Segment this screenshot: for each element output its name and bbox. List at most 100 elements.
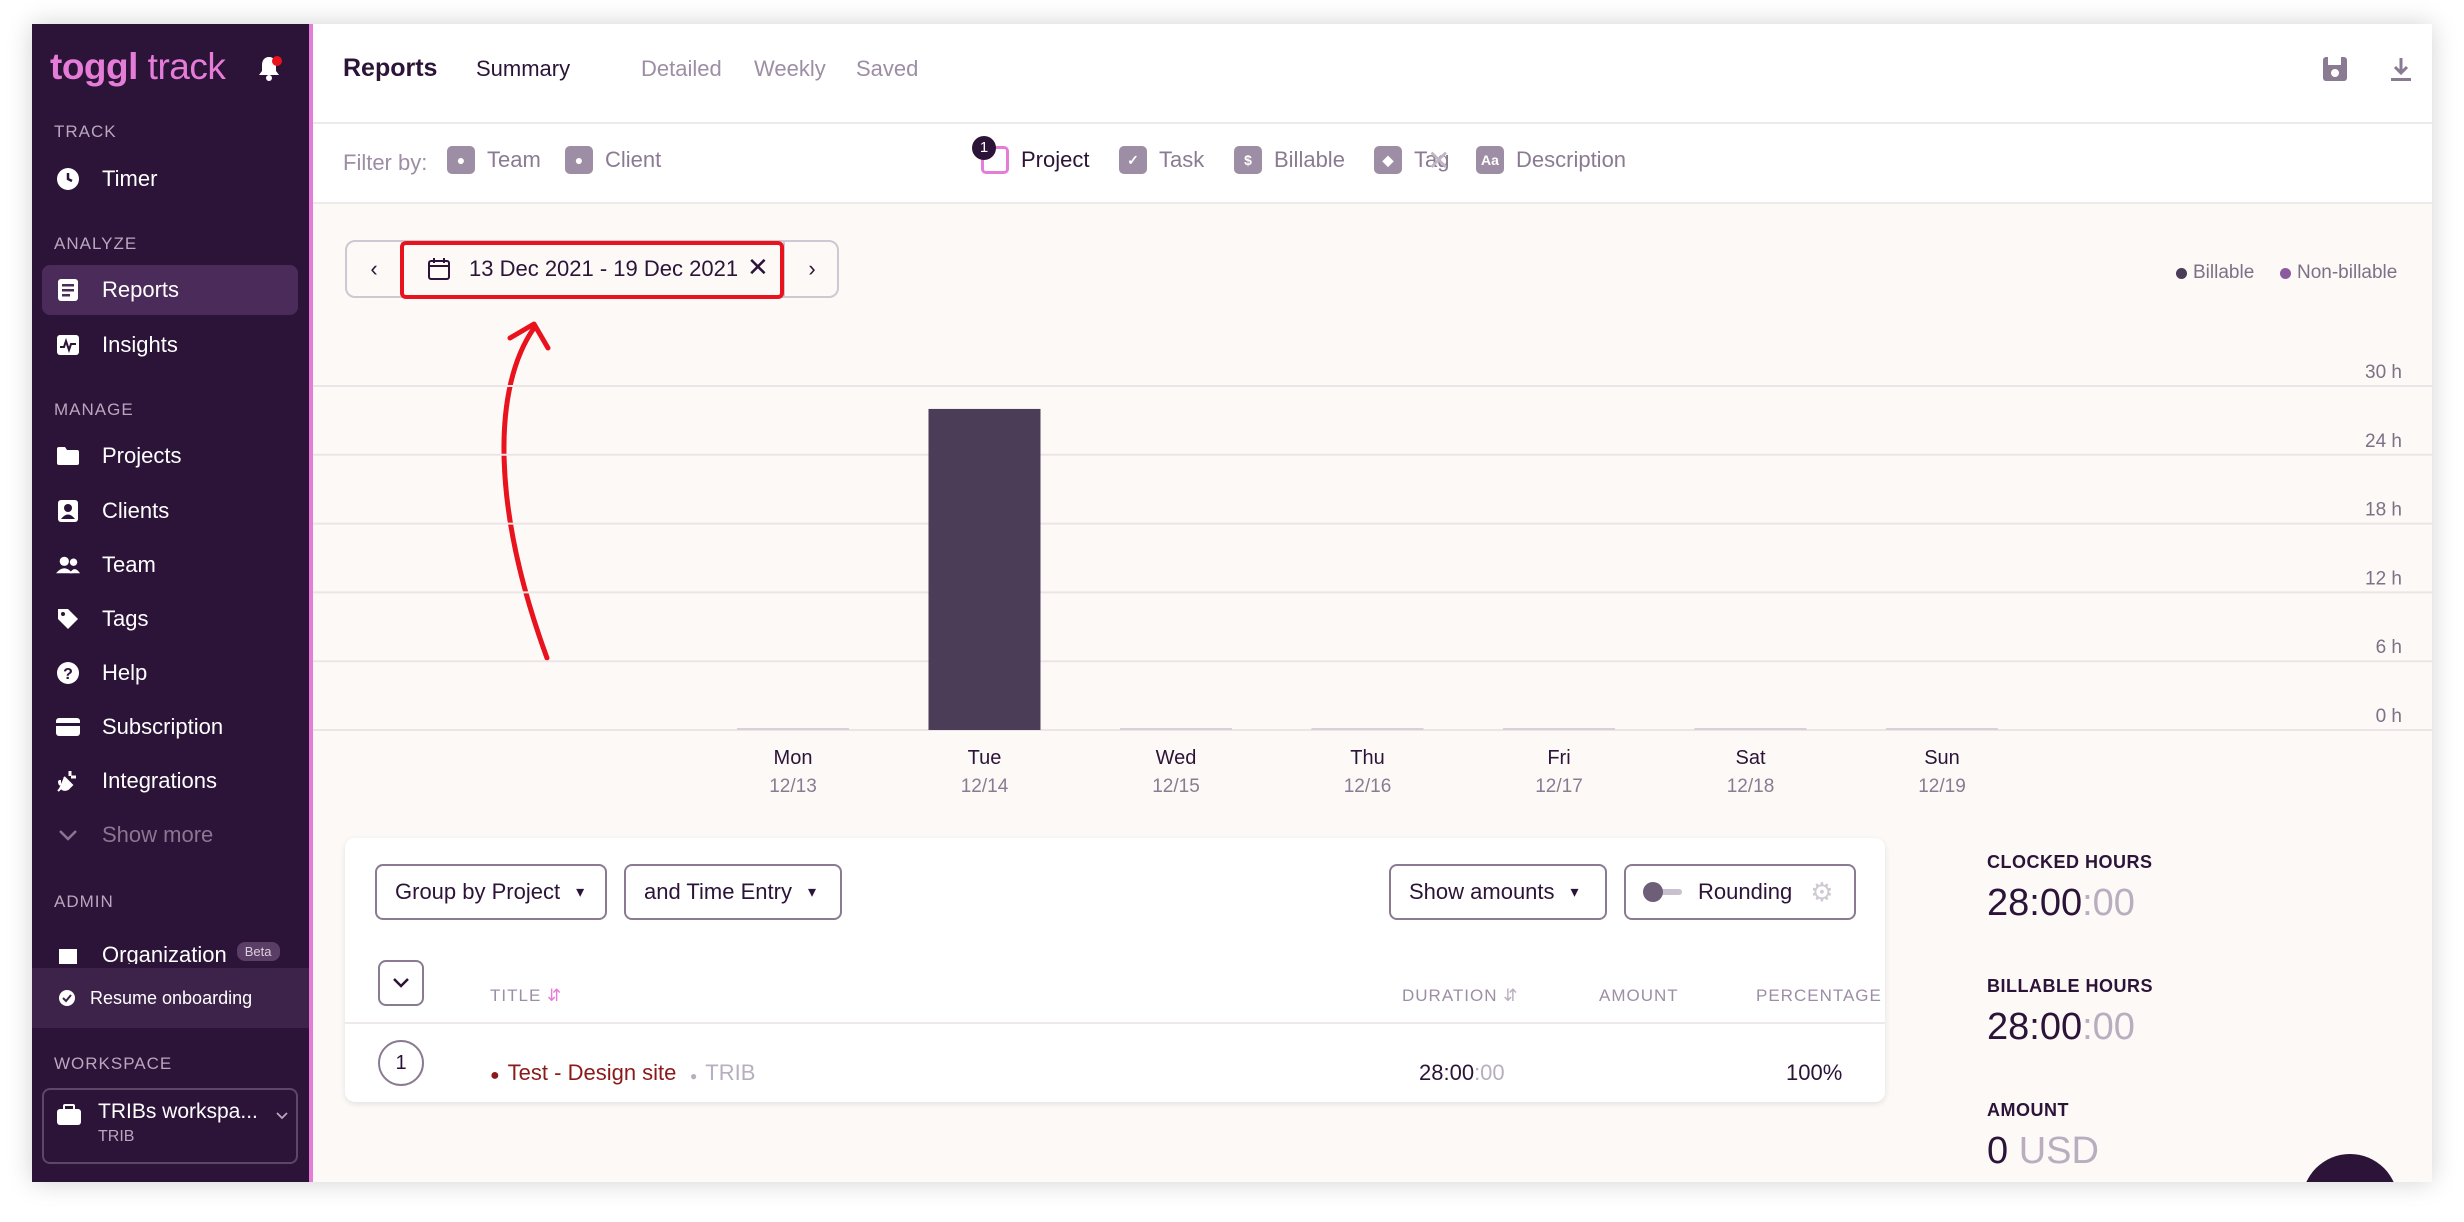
chevron-down-icon: ▾ [576, 884, 585, 901]
section-admin: ADMIN [54, 892, 114, 911]
beta-badge: Beta [236, 942, 280, 961]
sidebar-item-tags[interactable]: Tags [42, 594, 298, 644]
tag-icon: ◆ [1374, 146, 1402, 174]
filter-client[interactable]: ● Client [565, 146, 661, 174]
annotation-highlight-box [400, 241, 784, 299]
x-date-label: 12/19 [1918, 776, 1966, 797]
filter-project[interactable]: Project [981, 146, 1089, 174]
x-date-label: 12/17 [1535, 776, 1583, 797]
bar-tue[interactable] [928, 408, 1041, 730]
group-by-select[interactable]: Group by Project ▾ [375, 864, 607, 920]
bar-baseline [1311, 728, 1424, 730]
client-icon: ● [565, 146, 593, 174]
report-table-card: Group by Project ▾ and Time Entry ▾ Show a… [345, 838, 1885, 1102]
filter-billable[interactable]: $ Billable [1234, 146, 1345, 174]
rounding-toggle[interactable]: Rounding ⚙ [1624, 864, 1856, 920]
sidebar-item-timer[interactable]: Timer [42, 154, 298, 204]
y-tick-label: 30 h [2365, 362, 2402, 383]
folder-icon [56, 444, 80, 468]
sidebar-item-organization[interactable]: Organization Beta [42, 928, 298, 964]
download-icon[interactable] [2386, 54, 2416, 84]
sidebar-item-help[interactable]: ? Help [42, 648, 298, 698]
sidebar: toggl track TRACK Timer ANALYZE Reports … [32, 24, 313, 1182]
x-day-label: Sat [1735, 747, 1765, 769]
legend-non-billable: Non-billable [2280, 262, 2397, 284]
prev-period-button[interactable]: ‹ [347, 242, 403, 296]
sidebar-item-label: Integrations [102, 768, 217, 793]
filter-description[interactable]: Aa Description [1476, 146, 1626, 174]
expand-all-button[interactable] [378, 960, 424, 1006]
resume-onboarding-button[interactable]: Resume onboarding [32, 968, 309, 1028]
text-icon: Aa [1476, 146, 1504, 174]
tab-saved[interactable]: Saved [856, 56, 918, 82]
project-name[interactable]: ● Test - Design site [490, 1060, 676, 1086]
x-day-label: Wed [1156, 747, 1197, 769]
next-period-button[interactable]: › [783, 242, 839, 296]
app-window: toggl track TRACK Timer ANALYZE Reports … [32, 24, 2432, 1182]
section-manage: MANAGE [54, 400, 134, 419]
help-icon: ? [56, 661, 80, 685]
help-chat-button[interactable] [2302, 1154, 2398, 1182]
bar-baseline [1886, 728, 1998, 730]
sidebar-item-subscription[interactable]: Subscription [42, 702, 298, 752]
tab-detailed[interactable]: Detailed [641, 56, 722, 82]
y-tick-label: 0 h [2376, 706, 2402, 727]
dollar-icon: $ [1234, 146, 1262, 174]
checkbox-icon: ✓ [1119, 146, 1147, 174]
sidebar-item-label: Show more [102, 822, 214, 847]
sidebar-item-team[interactable]: Team [42, 540, 298, 590]
sort-icon: ⇵ [547, 986, 563, 1005]
clear-filters-icon[interactable]: ✕ [1427, 144, 1450, 177]
x-day-label: Mon [774, 747, 813, 769]
project-filter-count-badge: 1 [972, 136, 996, 160]
sidebar-item-label: Clients [102, 498, 170, 523]
save-icon[interactable] [2320, 54, 2350, 84]
amount-label: AMOUNT [1987, 1100, 2069, 1120]
billable-hours-value: 28:00:00 [1987, 1006, 2135, 1048]
filter-team[interactable]: ● Team [447, 146, 541, 174]
chevron-down-icon [276, 1112, 288, 1120]
column-header-amount: AMOUNT [1599, 986, 1679, 1005]
filter-task[interactable]: ✓ Task [1119, 146, 1204, 174]
filter-label: Filter by: [343, 150, 428, 175]
sidebar-show-more[interactable]: Show more [42, 810, 298, 860]
column-header-duration[interactable]: DURATION ⇵ [1402, 986, 1519, 1006]
tab-summary[interactable]: Summary [476, 56, 570, 82]
section-track: TRACK [54, 122, 117, 141]
sort-icon: ⇵ [1503, 986, 1519, 1005]
y-tick-label: 6 h [2376, 637, 2402, 658]
page-title: Reports [343, 54, 438, 82]
tab-weekly[interactable]: Weekly [754, 56, 826, 82]
toggle-switch-icon[interactable] [1642, 881, 1684, 903]
client-icon [56, 499, 80, 523]
subgroup-select[interactable]: and Time Entry ▾ [624, 864, 842, 920]
y-tick-label: 24 h [2365, 431, 2402, 452]
team-icon: ● [447, 146, 475, 174]
notifications-bell-icon[interactable] [256, 54, 282, 82]
workspace-switcher[interactable]: TRIBs workspa... TRIB [42, 1088, 298, 1164]
show-amounts-select[interactable]: Show amounts ▾ [1389, 864, 1607, 920]
divider [345, 1022, 1885, 1024]
team-icon [56, 553, 80, 577]
sidebar-item-projects[interactable]: Projects [42, 431, 298, 481]
chevron-down-icon: ▾ [1570, 884, 1579, 901]
sidebar-item-reports[interactable]: Reports [42, 265, 298, 315]
sidebar-item-clients[interactable]: Clients [42, 486, 298, 536]
sidebar-item-insights[interactable]: Insights [42, 320, 298, 370]
clock-icon [56, 167, 80, 191]
onboarding-label: Resume onboarding [90, 987, 253, 1008]
row-duration: 28:00:00 [1419, 1060, 1505, 1085]
y-tick-label: 18 h [2365, 500, 2402, 521]
x-date-label: 12/15 [1152, 776, 1200, 797]
sidebar-item-label: Help [102, 660, 148, 685]
sidebar-item-label: Subscription [102, 714, 224, 739]
project-color-dot: ● [490, 1067, 500, 1084]
x-date-label: 12/18 [1727, 776, 1775, 797]
sidebar-item-label: Timer [102, 166, 158, 191]
column-header-title[interactable]: TITLE ⇵ [490, 986, 562, 1006]
workspace-name: TRIBs workspa... [98, 1100, 258, 1123]
sidebar-item-integrations[interactable]: Integrations [42, 756, 298, 806]
toggl-logo[interactable]: toggl track [50, 46, 226, 88]
gear-icon[interactable]: ⚙ [1810, 877, 1833, 908]
chevron-down-icon [56, 823, 80, 847]
